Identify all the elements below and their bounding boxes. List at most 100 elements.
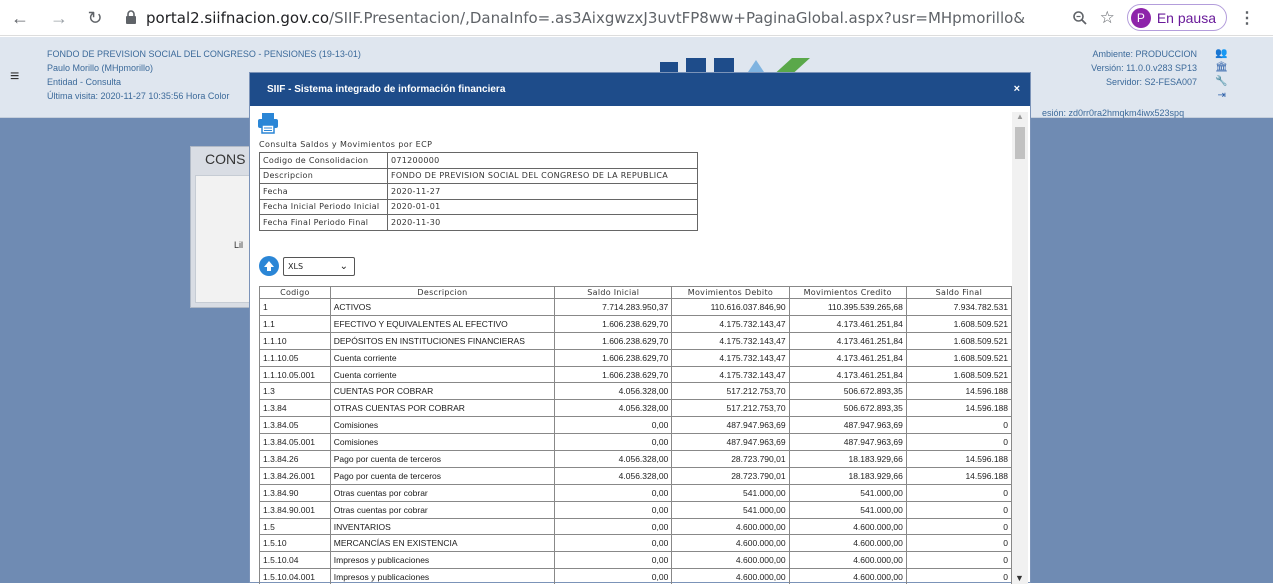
scroll-up-arrow-icon[interactable]: ▲ bbox=[1016, 112, 1024, 121]
column-header[interactable]: Saldo Inicial bbox=[554, 286, 673, 299]
cell-saldo-final: 0 bbox=[905, 500, 1012, 519]
background-card-inner: Lil bbox=[195, 175, 257, 303]
cell-saldo-inicial: 1.606.238.629,70 bbox=[554, 365, 673, 384]
url-path: /SIIF.Presentacion/,DanaInfo=.as3Aixgwzx… bbox=[329, 9, 1026, 27]
table-row[interactable]: 1.1.10 DEPÓSITOS EN INSTITUCIONES FINANCI… bbox=[259, 331, 1012, 350]
cell-mov-credito: 541.000,00 bbox=[788, 483, 907, 502]
cell-codigo: 1.3.84.26 bbox=[259, 450, 331, 468]
info-row: Codigo de Consolidacion 071200000 bbox=[259, 152, 698, 169]
url-host: portal2.siifnacion.gov.co bbox=[146, 9, 330, 27]
column-header[interactable]: Movimientos Credito bbox=[788, 286, 907, 299]
forward-arrow-icon[interactable]: → bbox=[46, 5, 72, 31]
column-header[interactable]: Descripcion bbox=[329, 286, 556, 299]
table-row[interactable]: 1 ACTIVOS 7.714.283.950,37 110.616.037.846,… bbox=[259, 298, 1012, 316]
cell-codigo: 1.5.10.04.001 bbox=[259, 568, 331, 584]
cell-descripcion: MERCANCÍAS EN EXISTENCIA bbox=[329, 534, 556, 553]
info-row: Fecha Inicial Periodo Inicial 2020-01-01 bbox=[259, 198, 698, 215]
cell-mov-credito: 18.183.929,66 bbox=[788, 466, 907, 485]
cell-mov-debito: 487.947.963,69 bbox=[671, 416, 790, 435]
cell-descripcion: EFECTIVO Y EQUIVALENTES AL EFECTIVO bbox=[329, 314, 556, 333]
users-icon[interactable]: 👥 bbox=[1215, 47, 1228, 61]
cell-saldo-final: 1.608.509.521 bbox=[905, 365, 1012, 384]
vertical-scrollbar[interactable]: ▲ ▼ bbox=[1012, 112, 1028, 584]
table-row[interactable]: 1.3.84.05.001 Comisiones 0,00 487.947.963,6… bbox=[259, 433, 1012, 452]
cell-codigo: 1.3.84.26.001 bbox=[259, 466, 331, 485]
header-icons: 👥 🏛 🔧 ⇥ bbox=[1215, 47, 1228, 103]
cell-descripcion: Pago por cuenta de terceros bbox=[329, 466, 556, 485]
cell-mov-credito: 4.600.000,00 bbox=[788, 568, 907, 584]
table-row[interactable]: 1.5.10.04 Impresos y publicaciones 0,00 4.6… bbox=[259, 551, 1012, 570]
table-row[interactable]: 1.3.84.90 Otras cuentas por cobrar 0,00 541… bbox=[259, 483, 1012, 502]
address-bar[interactable]: portal2.siifnacion.gov.co/SIIF.Presentac… bbox=[146, 5, 1026, 31]
cell-codigo: 1.1.10.05.001 bbox=[259, 365, 331, 384]
printer-icon[interactable] bbox=[257, 112, 279, 134]
table-row[interactable]: 1.3.84.26.001 Pago por cuenta de terceros… bbox=[259, 466, 1012, 485]
table-row[interactable]: 1.3.84 OTRAS CUENTAS POR COBRAR 4.056.328,… bbox=[259, 399, 1012, 418]
profile-avatar: P bbox=[1130, 7, 1151, 28]
cell-mov-credito: 4.173.461.251,84 bbox=[788, 314, 907, 333]
cell-saldo-final: 0 bbox=[905, 534, 1012, 553]
header-server-info: Ambiente: PRODUCCION Versión: 11.0.0.v28… bbox=[1091, 47, 1197, 89]
cell-saldo-final: 14.596.188 bbox=[905, 450, 1012, 468]
hamburger-menu-icon[interactable]: ≡ bbox=[10, 68, 19, 86]
table-row[interactable]: 1.5 INVENTARIOS 0,00 4.600.000,00 4.600.000,… bbox=[259, 517, 1012, 536]
modal-dialog: SIIF - Sistema integrado de información … bbox=[249, 72, 1031, 584]
table-row[interactable]: 1.5.10 MERCANCÍAS EN EXISTENCIA 0,00 4.600.… bbox=[259, 534, 1012, 553]
cell-saldo-inicial: 4.056.328,00 bbox=[554, 382, 673, 401]
cell-descripcion: INVENTARIOS bbox=[329, 517, 556, 536]
cell-descripcion: Pago por cuenta de terceros bbox=[329, 450, 556, 468]
upload-arrow-icon[interactable] bbox=[259, 256, 279, 276]
cell-saldo-inicial: 4.056.328,00 bbox=[554, 399, 673, 418]
reload-icon[interactable]: ↻ bbox=[82, 5, 108, 31]
info-value: 2020-01-01 bbox=[387, 198, 698, 215]
close-icon[interactable]: × bbox=[1014, 83, 1020, 95]
info-key: Descripcion bbox=[259, 167, 388, 184]
info-key: Fecha Final Periodo Final bbox=[259, 214, 388, 231]
bank-icon[interactable]: 🏛 bbox=[1215, 61, 1228, 75]
table-row[interactable]: 1.3.84.26 Pago por cuenta de terceros 4.05… bbox=[259, 450, 1012, 468]
cell-saldo-final: 14.596.188 bbox=[905, 382, 1012, 401]
cell-saldo-inicial: 7.714.283.950,37 bbox=[554, 298, 673, 316]
cell-mov-credito: 506.672.893,35 bbox=[788, 399, 907, 418]
table-row[interactable]: 1.3.84.90.001 Otras cuentas por cobrar 0,0… bbox=[259, 500, 1012, 519]
kebab-menu-icon[interactable]: ⋮ bbox=[1239, 8, 1255, 28]
table-row[interactable]: 1.1.10.05 Cuenta corriente 1.606.238.629,7… bbox=[259, 348, 1012, 367]
cell-mov-debito: 541.000,00 bbox=[671, 500, 790, 519]
column-header[interactable]: Codigo bbox=[259, 286, 331, 299]
cell-descripcion: Comisiones bbox=[329, 416, 556, 435]
cell-mov-debito: 4.600.000,00 bbox=[671, 517, 790, 536]
table-row[interactable]: 1.1.10.05.001 Cuenta corriente 1.606.238.6… bbox=[259, 365, 1012, 384]
zoom-icon[interactable] bbox=[1072, 10, 1088, 26]
version-line: Versión: 11.0.0.v283 SP13 bbox=[1091, 63, 1197, 73]
info-row: Fecha 2020-11-27 bbox=[259, 183, 698, 200]
bookmark-star-icon[interactable]: ☆ bbox=[1100, 8, 1115, 28]
cell-mov-credito: 4.600.000,00 bbox=[788, 517, 907, 536]
export-format-select[interactable]: XLS ⌄ bbox=[283, 256, 355, 276]
cell-saldo-final: 0 bbox=[905, 568, 1012, 584]
column-header[interactable]: Saldo Final bbox=[905, 286, 1012, 299]
info-row: Fecha Final Periodo Final 2020-11-30 bbox=[259, 214, 698, 231]
column-header[interactable]: Movimientos Debito bbox=[671, 286, 790, 299]
cell-codigo: 1.3 bbox=[259, 382, 331, 401]
cell-mov-debito: 4.600.000,00 bbox=[671, 568, 790, 584]
logout-icon[interactable]: ⇥ bbox=[1215, 89, 1228, 103]
table-row[interactable]: 1.1 EFECTIVO Y EQUIVALENTES AL EFECTIVO 1.… bbox=[259, 314, 1012, 333]
server-line: Servidor: S2-FESA007 bbox=[1105, 77, 1197, 87]
cell-codigo: 1.5.10 bbox=[259, 534, 331, 553]
cell-mov-debito: 517.212.753,70 bbox=[671, 399, 790, 418]
table-row[interactable]: 1.5.10.04.001 Impresos y publicaciones 0,0… bbox=[259, 568, 1012, 584]
back-arrow-icon[interactable]: ← bbox=[7, 5, 33, 31]
cell-mov-debito: 28.723.790,01 bbox=[671, 466, 790, 485]
cell-saldo-inicial: 0,00 bbox=[554, 500, 673, 519]
cell-mov-debito: 4.175.732.143,47 bbox=[671, 365, 790, 384]
cell-mov-credito: 110.395.539.265,68 bbox=[788, 298, 907, 316]
table-row[interactable]: 1.3.84.05 Comisiones 0,00 487.947.963,69 487… bbox=[259, 416, 1012, 435]
environment-line: Ambiente: PRODUCCION bbox=[1092, 49, 1197, 59]
cell-descripcion: Otras cuentas por cobrar bbox=[329, 483, 556, 502]
table-row[interactable]: 1.3 CUENTAS POR COBRAR 4.056.328,00 517.212… bbox=[259, 382, 1012, 401]
profile-button[interactable]: P En pausa bbox=[1126, 4, 1227, 31]
modal-title: SIIF - Sistema integrado de información … bbox=[267, 84, 506, 95]
wrench-icon[interactable]: 🔧 bbox=[1215, 75, 1228, 89]
scroll-thumb[interactable] bbox=[1015, 127, 1025, 159]
scroll-down-arrow-icon[interactable]: ▼ bbox=[1015, 573, 1024, 583]
